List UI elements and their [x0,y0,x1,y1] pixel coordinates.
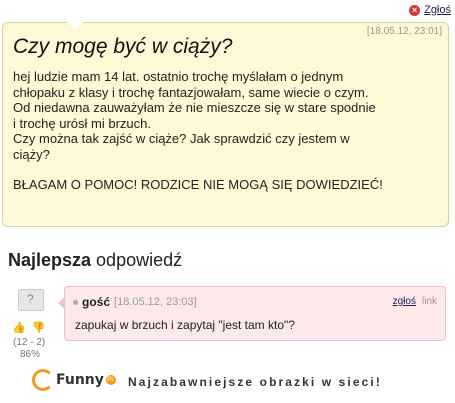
answer-permalink[interactable]: link [422,296,437,307]
report-top[interactable]: × Zgłoś [409,4,451,16]
report-link[interactable]: Zgłoś [424,4,451,16]
tagline: Najzabawniejsze obrazki w sieci! [128,375,382,389]
logo-f-icon [32,369,54,391]
avatar [18,289,44,311]
best-answer-heading: Najlepsza odpowiedź [8,250,182,271]
question-line: chłopaku z klasy i trochę fantazjowałam,… [13,84,369,100]
vote-count: (12 - 2) [13,337,46,348]
question-pointer [67,22,83,30]
best-heading-rest: odpowiedź [91,250,183,270]
thumb-down-icon[interactable]: 👎 [32,321,46,334]
question-line: Czy można tak zajść w ciąże? Jak sprawdz… [13,131,350,146]
answer-box: gość [18.05.12, 23:03] zgłoś link zapuka… [58,286,446,341]
question-title: Czy mogę być w ciąży? [13,35,233,58]
answer-report-link[interactable]: zgłoś [393,296,416,307]
thumb-up-icon[interactable]: 👍 [12,321,26,334]
best-heading-bold: Najlepsza [8,250,92,270]
question-line: i trochę urósł mi brzuch. [13,115,151,131]
question-date: [18.05.12, 23:01] [366,26,442,37]
vote-percent: 86% [20,349,41,360]
question-line: ciąży? [13,146,50,162]
answer-text: zapukaj w brzuch i zapytaj "jest tam kto… [75,318,295,332]
answer-date: [18.05.12, 23:03] [114,296,197,308]
site-logo: Funny PL [32,369,116,391]
vote-controls: 👍 👎 [12,321,45,334]
question-body: hej ludzie mam 14 lat. ostatnio trochę m… [13,69,438,193]
status-dot-icon [73,299,78,305]
answer-actions: zgłoś link [393,296,437,307]
logo-text: Funny [56,372,104,388]
answer-author[interactable]: gość [82,295,110,309]
question-line: Od niedawna zauważyłam że nie mieszcze s… [13,100,376,115]
question-shout: BŁAGAM O POMOC! RODZICE NIE MOGĄ SIĘ DOW… [13,177,383,192]
question-box: [18.05.12, 23:01] Czy mogę być w ciąży? … [2,22,449,227]
report-icon: × [409,4,421,16]
logo-suffix: PL [105,375,116,385]
question-line: hej ludzie mam 14 lat. ostatnio trochę m… [13,69,344,84]
answer-header: gość [18.05.12, 23:03] [73,295,197,309]
